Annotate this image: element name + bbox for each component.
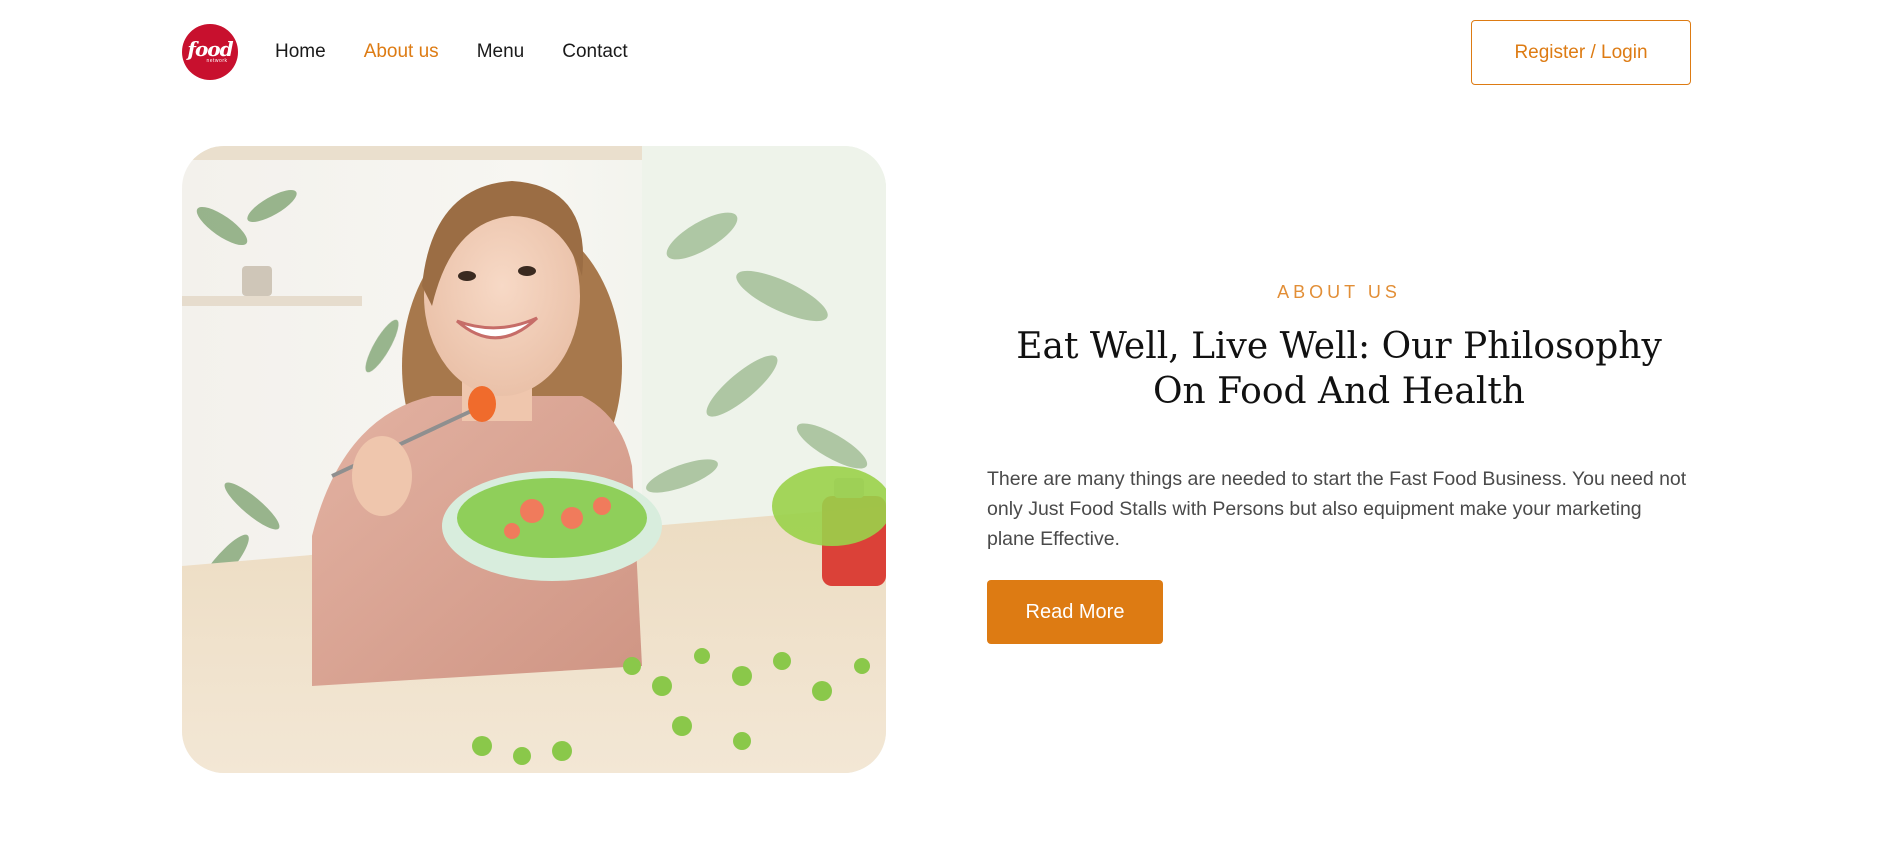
woman-eating-salad-photo <box>182 146 886 773</box>
about-title: Eat Well, Live Well: Our Philosophy On F… <box>1016 326 1662 412</box>
nav-home[interactable]: Home <box>275 40 326 64</box>
food-network-logo[interactable]: food network <box>182 24 238 80</box>
nav-contact[interactable]: Contact <box>562 40 627 64</box>
main-nav: Home About us Menu Contact <box>275 40 666 64</box>
read-more-button[interactable]: Read More <box>987 580 1163 644</box>
nav-menu[interactable]: Menu <box>477 40 525 64</box>
logo-subtext: network <box>206 58 228 64</box>
register-login-button[interactable]: Register / Login <box>1471 20 1691 85</box>
hero-photo-illustration <box>182 146 886 773</box>
nav-about-us[interactable]: About us <box>364 40 439 64</box>
about-eyebrow: ABOUT US <box>1277 282 1401 302</box>
about-description: There are many things are needed to star… <box>987 468 1687 550</box>
about-section: ABOUT US Eat Well, Live Well: Our Philos… <box>987 280 1691 644</box>
top-navigation: food network Home About us Menu Contact … <box>0 0 1880 88</box>
logo-word: food <box>187 37 233 61</box>
